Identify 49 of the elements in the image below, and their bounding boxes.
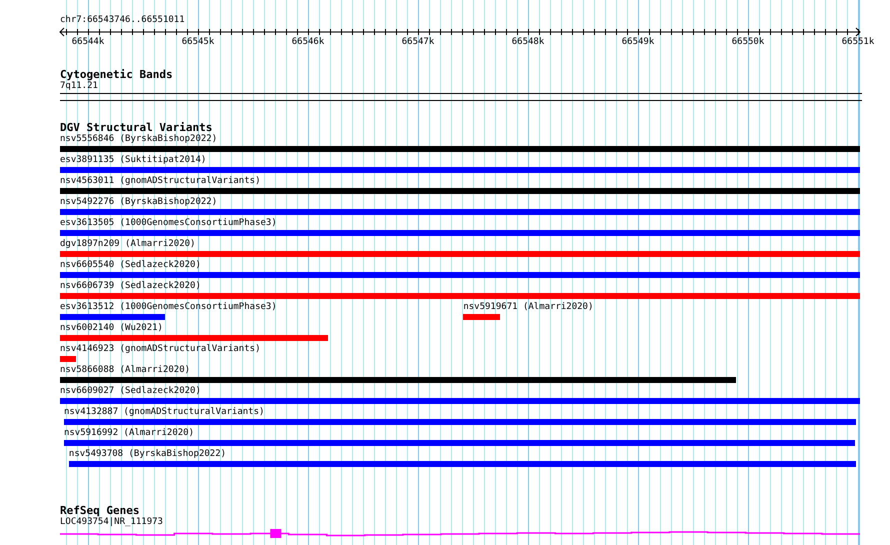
variant-label[interactable]: nsv4132887 (gnomADStructuralVariants) [64,407,264,418]
variant-bar[interactable] [64,440,855,446]
variant-label[interactable]: nsv5492276 (ByrskaBishop2022) [60,197,218,208]
tick-label: 66550k [732,37,764,47]
variant-bar[interactable] [60,356,76,362]
variant-label[interactable]: nsv6606739 (Sedlazeck2020) [60,281,201,292]
tick-label: 66546k [292,37,324,47]
variant-bar[interactable] [60,398,860,404]
variant-bar[interactable] [60,167,860,173]
location-label: chr7:66543746..66551011 [60,15,185,26]
track-title: Cytogenetic Bands [60,69,173,81]
band-label: 7q11.21 [60,81,98,92]
gene-model[interactable] [60,529,860,538]
variant-bar[interactable] [60,314,166,320]
track-title: DGV Structural Variants [60,122,212,134]
variant-bar[interactable] [68,461,856,467]
variant-bar[interactable] [60,209,860,215]
variant-bar[interactable] [60,335,328,341]
variant-bar[interactable] [463,314,500,320]
variant-label[interactable]: nsv4563011 (gnomADStructuralVariants) [60,176,260,187]
tick-label: 66551k [842,37,874,47]
tick-label: 66548k [512,37,544,47]
variant-label[interactable]: nsv5916992 (Almarri2020) [64,428,194,439]
variant-bar[interactable] [60,251,860,257]
variant-label[interactable]: esv3613505 (1000GenomesConsortiumPhase3) [60,218,277,229]
variant-bar[interactable] [60,377,736,383]
variant-label[interactable]: nsv5556846 (ByrskaBishop2022) [60,134,218,145]
tick-label: 66545k [182,37,214,47]
track-title: RefSeq Genes [60,505,140,517]
variant-label[interactable]: esv3613512 (1000GenomesConsortiumPhase3) [60,302,277,313]
variant-label[interactable]: nsv6605540 (Sedlazeck2020) [60,260,201,271]
variant-label[interactable]: nsv6609027 (Sedlazeck2020) [60,386,201,397]
gene-label[interactable]: LOC493754|NR_111973 [60,517,163,528]
variant-label[interactable]: nsv5866088 (Almarri2020) [60,365,190,376]
variant-bar[interactable] [60,293,860,299]
variant-bar[interactable] [64,419,856,425]
variant-bar[interactable] [60,230,860,236]
variant-label[interactable]: nsv5493708 (ByrskaBishop2022) [68,449,226,460]
variant-label[interactable]: nsv6002140 (Wu2021) [60,323,163,334]
variant-label[interactable]: esv3891135 (Suktitipat2014) [60,155,206,166]
variant-label[interactable]: nsv4146923 (gnomADStructuralVariants) [60,344,260,355]
variant-bar[interactable] [60,272,860,278]
variant-bar[interactable] [60,188,860,194]
tick-label: 66547k [402,37,434,47]
variant-label[interactable]: nsv5919671 (Almarri2020) [463,302,594,313]
tick-label: 66549k [622,37,654,47]
tick-label: 66544k [72,37,104,47]
variant-label[interactable]: dgv1897n209 (Almarri2020) [60,239,196,250]
variant-bar[interactable] [60,146,860,152]
